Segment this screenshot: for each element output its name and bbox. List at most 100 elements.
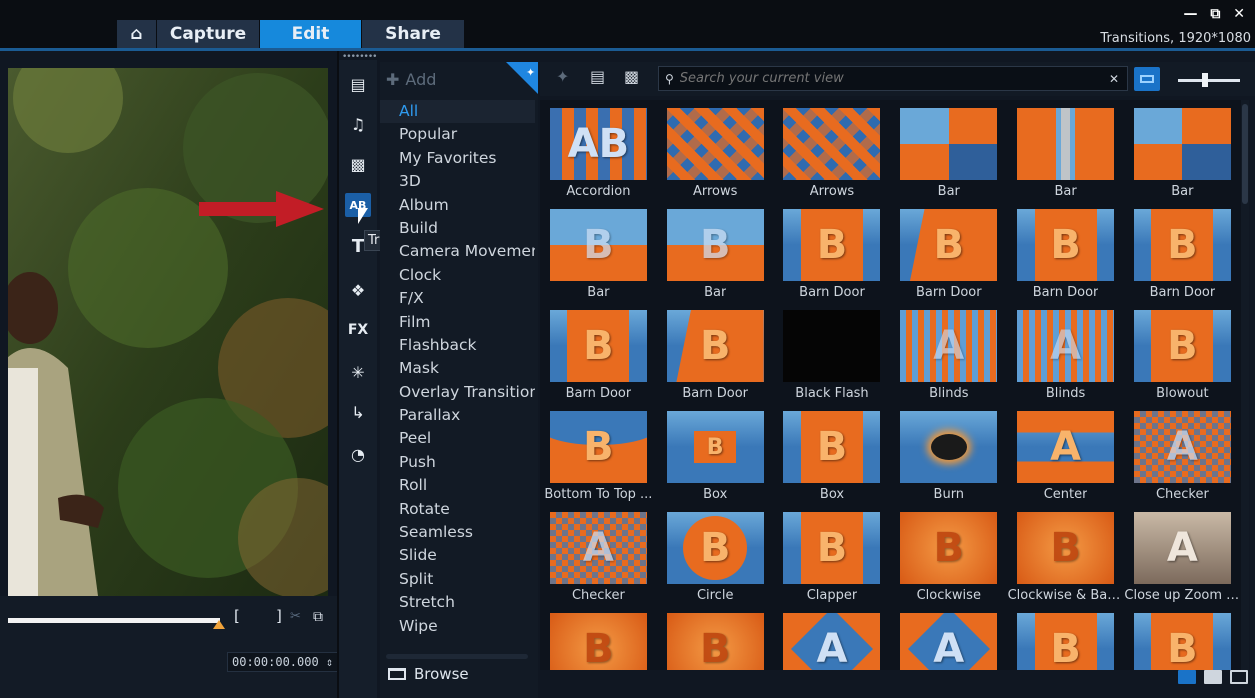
transition-thumbnail[interactable] <box>783 310 881 382</box>
transition-thumbnail[interactable]: B <box>549 310 647 382</box>
transition-item[interactable]: Burn <box>890 403 1007 504</box>
transition-thumbnail[interactable] <box>1017 108 1115 180</box>
home-tab[interactable]: ⌂ <box>117 20 157 48</box>
category-item[interactable]: My Favorites <box>380 147 535 170</box>
list-view-icon[interactable] <box>1204 670 1222 684</box>
transition-thumbnail[interactable]: A <box>1133 411 1231 483</box>
transition-thumbnail[interactable]: B <box>666 310 764 382</box>
transition-item[interactable]: A <box>890 605 1007 670</box>
transition-thumbnail[interactable]: B <box>666 411 764 483</box>
transition-item[interactable]: Bar <box>1007 100 1124 201</box>
transition-item[interactable]: B Bar <box>657 201 774 302</box>
transition-thumbnail[interactable]: B <box>1017 512 1115 584</box>
close-icon[interactable]: ✕ <box>1233 6 1249 22</box>
speed-icon[interactable]: ◔ <box>345 442 371 466</box>
copy-icon[interactable]: ⧉ <box>313 609 323 625</box>
browse-button[interactable]: Browse <box>388 665 469 683</box>
transition-item[interactable]: B Clapper <box>774 504 891 605</box>
search-icon[interactable]: ⚲ <box>665 72 674 86</box>
category-item[interactable]: Album <box>380 194 535 217</box>
category-item[interactable]: 3D <box>380 170 535 193</box>
transition-thumbnail[interactable]: B <box>900 209 998 281</box>
transition-item[interactable]: B Clockwise <box>890 504 1007 605</box>
transition-item[interactable]: Black Flash <box>774 302 891 403</box>
category-item[interactable]: Split <box>380 568 535 591</box>
path-icon[interactable]: ↳ <box>345 400 371 424</box>
tab-capture[interactable]: Capture <box>157 20 260 48</box>
add-button[interactable]: ✚ Add <box>386 70 436 89</box>
transition-item[interactable]: B Barn Door <box>890 201 1007 302</box>
tab-share[interactable]: Share <box>362 20 465 48</box>
category-item[interactable]: Slide <box>380 544 535 567</box>
gallery-scroll-thumb[interactable] <box>1242 104 1248 204</box>
category-item[interactable]: Mask <box>380 357 535 380</box>
transition-thumbnail[interactable]: A <box>900 310 998 382</box>
transition-item[interactable]: Bar <box>1124 100 1241 201</box>
category-item[interactable]: Overlay Transitions <box>380 381 535 404</box>
view-mode-button[interactable] <box>1134 67 1160 91</box>
transition-item[interactable]: AB Accordion <box>540 100 657 201</box>
thumbnail-size-slider[interactable] <box>1178 79 1240 82</box>
transition-item[interactable]: B Box <box>774 403 891 504</box>
transition-item[interactable]: B Barn Door <box>774 201 891 302</box>
category-item[interactable]: Flashback <box>380 334 535 357</box>
transition-thumbnail[interactable]: B <box>549 613 647 670</box>
transition-item[interactable]: B <box>1007 605 1124 670</box>
apply-to-video-icon[interactable]: ▩ <box>624 67 639 86</box>
category-item[interactable]: Push <box>380 451 535 474</box>
transition-thumbnail[interactable]: B <box>783 209 881 281</box>
category-item[interactable]: Clock <box>380 264 535 287</box>
transition-item[interactable]: B Barn Door <box>540 302 657 403</box>
transition-thumbnail[interactable]: A <box>1133 512 1231 584</box>
transition-item[interactable]: B Barn Door <box>1124 201 1241 302</box>
add-to-favorites-icon[interactable]: ✦ <box>556 67 569 86</box>
transition-thumbnail[interactable]: A <box>900 613 998 670</box>
category-item[interactable]: Wipe <box>380 615 535 638</box>
category-item[interactable]: Parallax <box>380 404 535 427</box>
transition-item[interactable]: A Blinds <box>1007 302 1124 403</box>
transition-item[interactable]: B Clockwise & Bala... <box>1007 504 1124 605</box>
transition-item[interactable]: B Blowout <box>1124 302 1241 403</box>
transition-thumbnail[interactable]: B <box>549 209 647 281</box>
category-item[interactable]: Build <box>380 217 535 240</box>
graphics-icon[interactable]: ❖ <box>345 278 371 302</box>
transition-thumbnail[interactable] <box>900 411 998 483</box>
scrub-bar[interactable] <box>8 618 220 623</box>
transition-item[interactable]: A Close up Zoom I... <box>1124 504 1241 605</box>
transition-thumbnail[interactable]: B <box>1017 613 1115 670</box>
detach-icon[interactable] <box>1230 670 1248 684</box>
fx-icon[interactable]: FX <box>345 318 371 342</box>
transition-item[interactable]: A Checker <box>1124 403 1241 504</box>
category-item[interactable]: F/X <box>380 287 535 310</box>
category-item[interactable]: Seamless <box>380 521 535 544</box>
transition-item[interactable]: A Center <box>1007 403 1124 504</box>
clear-search-icon[interactable]: ✕ <box>1109 72 1127 86</box>
transition-item[interactable]: Bar <box>890 100 1007 201</box>
mark-in-button[interactable]: [ <box>234 607 240 625</box>
scissors-icon[interactable]: ✂ <box>290 609 301 624</box>
transition-thumbnail[interactable]: AB <box>549 108 647 180</box>
transition-thumbnail[interactable]: B <box>1133 209 1231 281</box>
transition-thumbnail[interactable] <box>666 108 764 180</box>
audio-icon[interactable]: ♫ <box>345 112 371 136</box>
transition-item[interactable]: B Bottom To Top ... <box>540 403 657 504</box>
transition-thumbnail[interactable]: B <box>783 411 881 483</box>
transition-item[interactable]: A Checker <box>540 504 657 605</box>
category-item[interactable]: Camera Movement <box>380 240 535 263</box>
search-input[interactable] <box>679 71 1109 86</box>
media-icon[interactable]: ▤ <box>345 72 371 96</box>
stepper-icon[interactable]: ⇕ <box>326 655 333 669</box>
window-controls[interactable]: — ⧉ ✕ <box>1184 6 1249 22</box>
transition-thumbnail[interactable]: A <box>1017 411 1115 483</box>
timecode-field[interactable]: 00:00:00.000 ⇕ <box>227 652 339 672</box>
instant-project-icon[interactable]: ▩ <box>345 152 371 176</box>
restore-icon[interactable]: ⧉ <box>1210 6 1224 22</box>
transition-item[interactable]: Arrows <box>657 100 774 201</box>
mark-out-button[interactable]: ] <box>276 607 282 625</box>
thumbnail-size-knob[interactable] <box>1202 73 1208 87</box>
transition-item[interactable]: B Barn Door <box>657 302 774 403</box>
apply-to-audio-icon[interactable]: ▤ <box>590 67 605 86</box>
transition-thumbnail[interactable]: B <box>1133 613 1231 670</box>
transition-thumbnail[interactable]: B <box>666 209 764 281</box>
transition-thumbnail[interactable] <box>1133 108 1231 180</box>
